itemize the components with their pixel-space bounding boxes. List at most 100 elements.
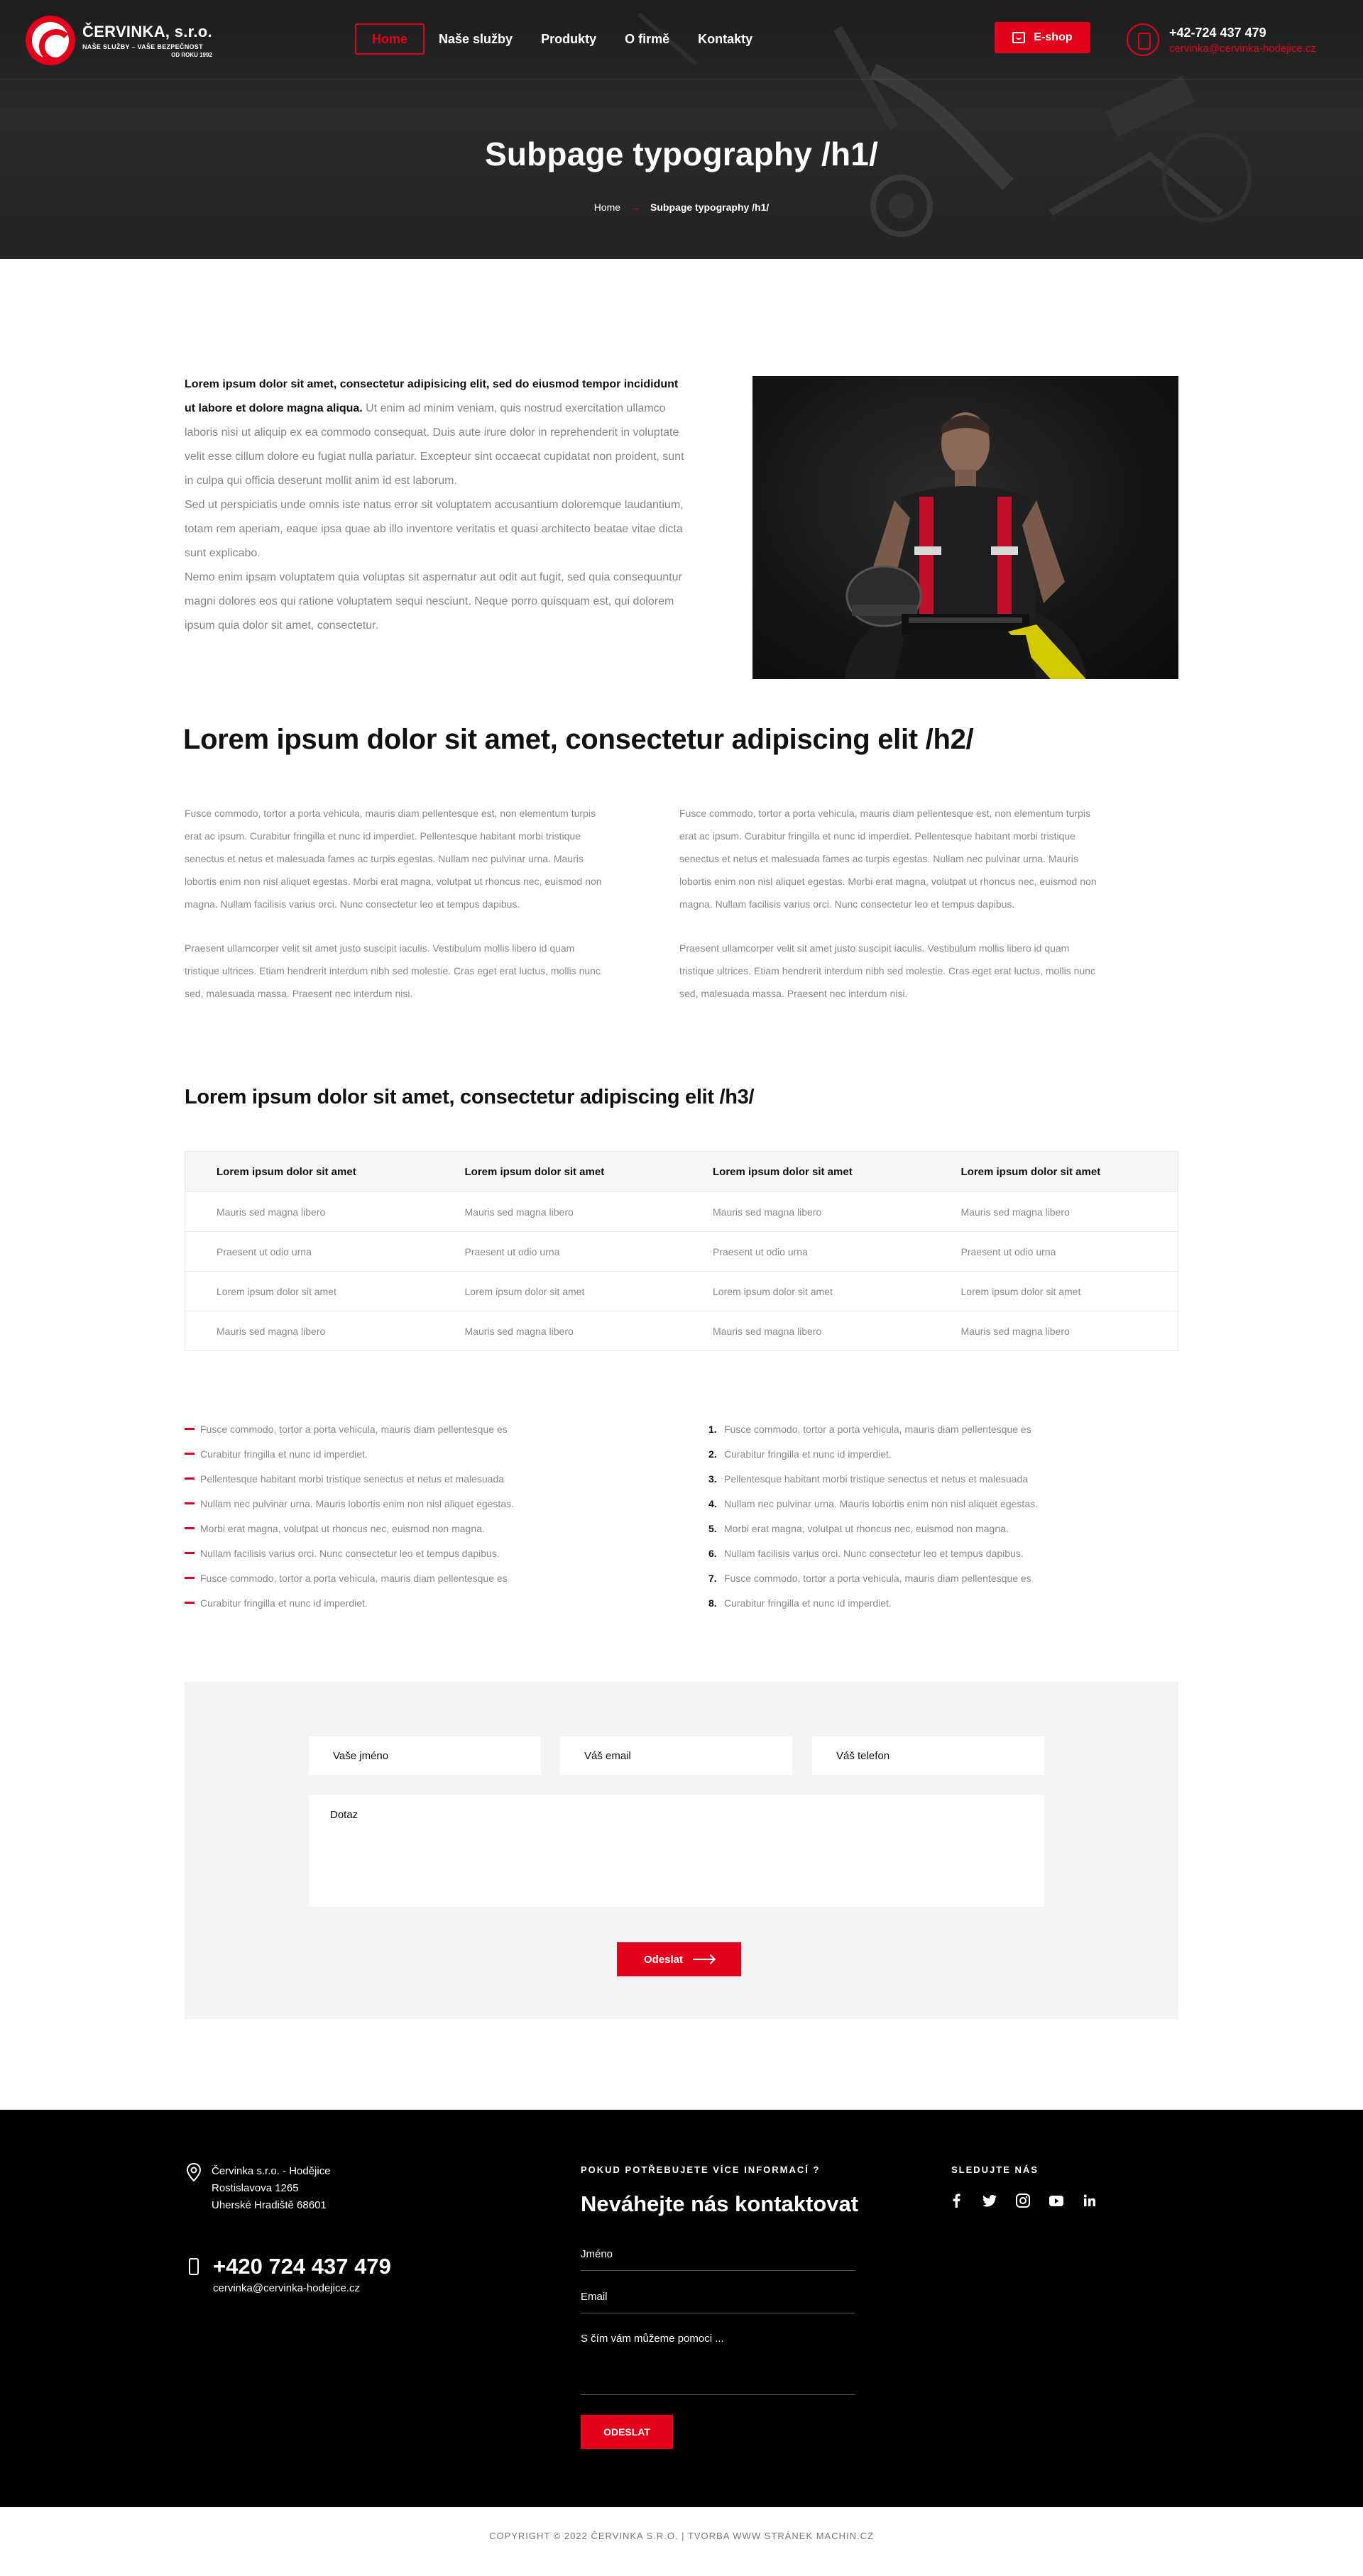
intro-paragraph-2: Sed ut perspiciatis unde omnis iste natu…	[185, 499, 684, 559]
list-number: 8.	[708, 1597, 717, 1609]
list-item: 1. Fusce commodo, tortor a porta vehicula…	[708, 1416, 1038, 1441]
list-item: 3. Pellentesque habitant morbi tristique …	[708, 1466, 1038, 1491]
list-item: Fusce commodo, tortor a porta vehicula, …	[185, 1416, 514, 1441]
footer-phone[interactable]: +420 724 437 479	[213, 2254, 391, 2279]
list-item: Fusce commodo, tortor a porta vehicula, …	[185, 1565, 514, 1590]
list-item-text: Curabitur fringilla et nunc id imperdiet…	[724, 1448, 892, 1460]
list-item-text: Nullam nec pulvinar urna. Mauris loborti…	[200, 1497, 514, 1509]
footer-email-field[interactable]: Email	[581, 2291, 855, 2313]
list-item: 8. Curabitur fringilla et nunc id imperdi…	[708, 1590, 1038, 1615]
arrow-right-icon	[693, 1959, 715, 1960]
bullet-list: Fusce commodo, tortor a porta vehicula, …	[185, 1416, 514, 1615]
table-header-row: Lorem ipsum dolor sit amet Lorem ipsum d…	[185, 1152, 1178, 1191]
table-header-cell: Lorem ipsum dolor sit amet	[960, 1165, 1101, 1178]
table-cell: Mauris sed magna libero	[713, 1206, 822, 1218]
column-right-paragraph-2: Praesent ullamcorper velit sit amet just…	[679, 942, 1095, 999]
list-item: 6. Nullam facilisis varius orci. Nunc con…	[708, 1541, 1038, 1565]
list-item: 2. Curabitur fringilla et nunc id imperdi…	[708, 1441, 1038, 1466]
list-number: 1.	[708, 1423, 717, 1435]
footer-kicker: POKUD POTŘEBUJETE VÍCE INFORMACÍ ?	[581, 2164, 821, 2175]
table-cell: Lorem ipsum dolor sit amet	[464, 1285, 585, 1297]
table-cell: Mauris sed magna libero	[713, 1325, 822, 1337]
dash-bullet-icon	[185, 1527, 195, 1529]
breadcrumb-home[interactable]: Home	[594, 202, 620, 213]
table-header-cell: Lorem ipsum dolor sit amet	[217, 1165, 356, 1178]
list-item: Nullam facilisis varius orci. Nunc conse…	[185, 1541, 514, 1565]
footer: Červinka s.r.o. - Hodějice Rostislavova …	[0, 2110, 1363, 2507]
linkedin-icon[interactable]	[1082, 2193, 1097, 2208]
list-item: Morbi erat magna, volutpat ut rhoncus ne…	[185, 1516, 514, 1541]
top-navigation-bar: ČERVINKA, s.r.o. NAŠE SLUŽBY – VAŠE BEZP…	[0, 0, 1363, 79]
list-item-text: Curabitur fringilla et nunc id imperdiet…	[200, 1597, 368, 1609]
list-item-text: Pellentesque habitant morbi tristique se…	[200, 1473, 505, 1485]
table-row: Lorem ipsum dolor sit amet Lorem ipsum d…	[185, 1271, 1178, 1311]
text-column-left: Fusce commodo, tortor a porta vehicula, …	[185, 802, 611, 1026]
contact-form: Vaše jméno Váš email Váš telefon Dotaz O…	[185, 1682, 1178, 2019]
table-cell: Mauris sed magna libero	[217, 1325, 326, 1337]
mobile-phone-icon	[189, 2258, 199, 2275]
numbered-list: 1. Fusce commodo, tortor a porta vehicula…	[708, 1416, 1038, 1615]
column-right-paragraph-1: Fusce commodo, tortor a porta vehicula, …	[679, 808, 1097, 910]
company-logo[interactable]: ČERVINKA, s.r.o. NAŠE SLUŽBY – VAŠE BEZP…	[26, 16, 212, 65]
instagram-icon[interactable]	[1015, 2193, 1031, 2208]
footer-contact: +420 724 437 479 cervinka@cervinka-hodej…	[186, 2254, 391, 2294]
page-title: Subpage typography /h1/	[484, 136, 879, 172]
table-row: Mauris sed magna libero Mauris sed magna…	[185, 1311, 1178, 1350]
footer-name-field[interactable]: Jméno	[581, 2248, 855, 2271]
intro-paragraph-1: Lorem ipsum dolor sit amet, consectetur …	[185, 373, 685, 493]
table-row: Praesent ut odio urna Praesent ut odio u…	[185, 1231, 1178, 1271]
copyright: COPYRIGHT © 2022 ČERVINKA S.R.O. | TVORB…	[489, 2531, 874, 2541]
eshop-button[interactable]: E-shop	[995, 22, 1090, 53]
footer-message-field[interactable]: S čím vám můžeme pomoci ...	[581, 2333, 855, 2395]
nav-item-about[interactable]: O firmě	[611, 23, 684, 55]
twitter-icon[interactable]	[982, 2193, 997, 2208]
facebook-icon[interactable]	[948, 2193, 964, 2208]
table-header-cell: Lorem ipsum dolor sit amet	[464, 1165, 605, 1178]
cart-icon	[1012, 32, 1026, 43]
footer-email[interactable]: cervinka@cervinka-hodejice.cz	[213, 2282, 391, 2294]
nav-item-contact[interactable]: Kontakty	[684, 23, 767, 55]
column-left-paragraph-2: Praesent ullamcorper velit sit amet just…	[185, 942, 601, 999]
breadcrumb-arrow-icon: →	[630, 202, 641, 213]
heading-h3: Lorem ipsum dolor sit amet, consectetur …	[185, 1086, 755, 1108]
list-item-text: Curabitur fringilla et nunc id imperdiet…	[724, 1597, 892, 1609]
header-phone[interactable]: +42-724 437 479	[1169, 26, 1316, 40]
question-textarea[interactable]: Dotaz	[309, 1795, 1044, 1907]
table-cell: Praesent ut odio urna	[464, 1245, 560, 1257]
list-item-text: Curabitur fringilla et nunc id imperdiet…	[200, 1448, 368, 1460]
breadcrumb-current: Subpage typography /h1/	[650, 202, 770, 213]
logo-tagline: NAŠE SLUŽBY – VAŠE BEZPEČNOST	[82, 43, 203, 50]
intro-paragraph-3: Nemo enim ipsam voluptatem quia voluptas…	[185, 571, 682, 632]
list-number: 6.	[708, 1547, 717, 1559]
list-item-text: Fusce commodo, tortor a porta vehicula, …	[200, 1572, 508, 1584]
table-cell: Mauris sed magna libero	[464, 1206, 574, 1218]
table-cell: Mauris sed magna libero	[960, 1206, 1070, 1218]
intro-lead-rest: Ut enim ad minim veniam, quis nostrud ex…	[185, 402, 684, 487]
nav-item-products[interactable]: Produkty	[527, 23, 611, 55]
footer-address: Červinka s.r.o. - Hodějice Rostislavova …	[186, 2163, 331, 2214]
footer-submit-button[interactable]: ODESLAT	[581, 2415, 673, 2449]
logo-mark-icon	[26, 16, 75, 65]
firefighter-photo	[752, 376, 1178, 679]
name-input[interactable]: Vaše jméno	[309, 1736, 541, 1775]
header-contact: +42-724 437 479 cervinka@cervinka-hodeji…	[1127, 23, 1316, 56]
submit-label: Odeslat	[643, 1953, 684, 1966]
email-input[interactable]: Váš email	[560, 1736, 792, 1775]
list-number: 3.	[708, 1473, 717, 1485]
heading-h2: Lorem ipsum dolor sit amet, consectetur …	[183, 724, 974, 755]
address-line: Uherské Hradiště 68601	[212, 2199, 327, 2211]
dash-bullet-icon	[185, 1552, 195, 1554]
phone-input[interactable]: Váš telefon	[812, 1736, 1044, 1775]
table-cell: Praesent ut odio urna	[960, 1245, 1056, 1257]
youtube-icon[interactable]	[1049, 2193, 1064, 2208]
dash-bullet-icon	[185, 1602, 195, 1604]
list-item-text: Nullam facilisis varius orci. Nunc conse…	[724, 1547, 1024, 1559]
list-item-text: Nullam facilisis varius orci. Nunc conse…	[200, 1547, 500, 1559]
nav-item-services[interactable]: Naše služby	[425, 23, 527, 55]
eshop-label: E-shop	[1034, 31, 1073, 43]
header-email[interactable]: cervinka@cervinka-hodejice.cz	[1169, 43, 1316, 55]
social-title: SLEDUJTE NÁS	[951, 2164, 1039, 2175]
submit-button[interactable]: Odeslat	[617, 1942, 741, 1976]
nav-item-home[interactable]: Home	[355, 23, 425, 55]
dash-bullet-icon	[185, 1477, 195, 1480]
